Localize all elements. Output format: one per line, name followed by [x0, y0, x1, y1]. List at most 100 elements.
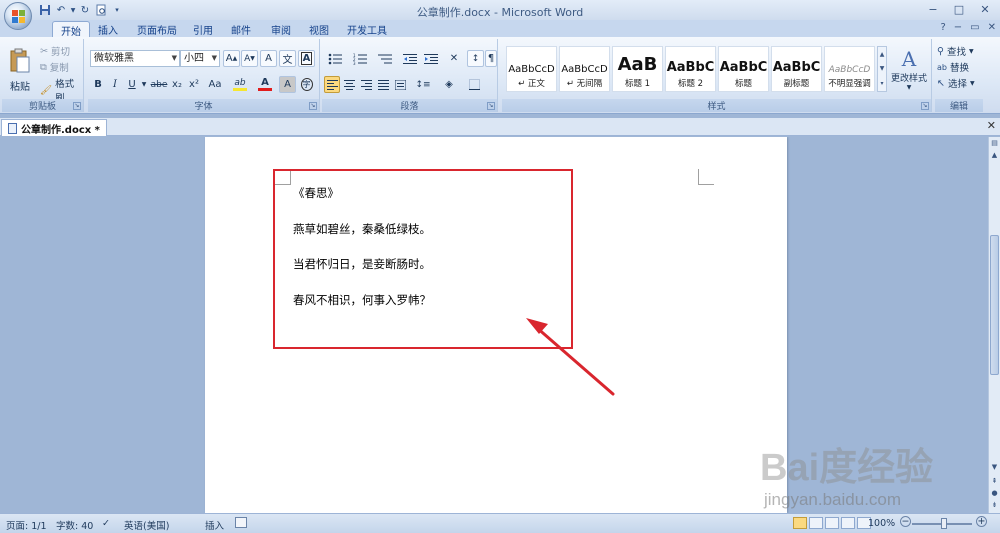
tab-review[interactable]: 审阅 [263, 21, 299, 37]
poem-line[interactable]: 燕草如碧丝，秦桑低绿枝。 [293, 221, 431, 257]
align-center-button[interactable] [341, 76, 357, 93]
asian-layout-button[interactable]: ✕ [443, 50, 465, 67]
bullets-button[interactable] [324, 50, 346, 67]
underline-button[interactable]: U [124, 76, 140, 93]
outline-view-icon[interactable] [841, 517, 855, 529]
phonetic-guide-button[interactable]: 文 [279, 50, 296, 67]
tab-home[interactable]: 开始 [52, 21, 90, 38]
minimize-button[interactable]: − [920, 0, 946, 18]
scrollbar-thumb[interactable] [990, 235, 999, 375]
style-heading-2[interactable]: AaBbC 标题 2 [665, 46, 716, 92]
office-button[interactable] [4, 2, 32, 30]
decrease-indent-button[interactable] [400, 50, 420, 67]
font-name-combo[interactable]: 微软雅黑 ▼ [90, 50, 180, 67]
scroll-down-icon[interactable]: ▼ [989, 461, 1000, 473]
document-text[interactable]: 《春思》 燕草如碧丝，秦桑低绿枝。 当君怀归日，是妾断肠时。 春风不相识，何事入… [293, 185, 431, 327]
distributed-button[interactable] [392, 76, 408, 93]
doc-restore-icon[interactable]: ▭ [970, 22, 979, 33]
paragraph-launcher-icon[interactable]: ↘ [487, 102, 495, 110]
font-launcher-icon[interactable]: ↘ [309, 102, 317, 110]
prev-page-icon[interactable]: ⇞ [989, 475, 1000, 487]
close-document-icon[interactable]: ✕ [987, 119, 996, 132]
gallery-more-icon[interactable]: ▾ [880, 80, 883, 87]
chevron-up-icon[interactable]: ▲ [880, 51, 885, 58]
document-page[interactable]: 《春思》 燕草如碧丝，秦桑低绿枝。 当君怀归日，是妾断肠时。 春风不相识，何事入… [205, 137, 787, 513]
line-spacing-button[interactable]: ↕≡ [411, 76, 435, 93]
align-right-button[interactable] [358, 76, 374, 93]
ruler-toggle-icon[interactable]: ▤ [989, 137, 1000, 149]
zoom-out-icon[interactable]: − [900, 516, 911, 527]
borders-button[interactable] [463, 76, 485, 93]
italic-button[interactable]: I [107, 76, 123, 93]
tab-developer[interactable]: 开发工具 [339, 21, 395, 37]
zoom-level[interactable]: 100% [868, 518, 895, 529]
scroll-up-icon[interactable]: ▲ [989, 149, 1000, 161]
zoom-slider-knob[interactable] [941, 518, 947, 529]
show-marks-button[interactable]: ¶ [485, 50, 497, 67]
full-screen-view-icon[interactable] [809, 517, 823, 529]
web-layout-view-icon[interactable] [825, 517, 839, 529]
numbering-button[interactable]: 123 [349, 50, 371, 67]
proofing-icon[interactable]: ✓ [102, 518, 110, 529]
tab-insert[interactable]: 插入 [90, 21, 126, 37]
style-no-spacing[interactable]: AaBbCcD ↵ 无间隔 [559, 46, 610, 92]
vertical-scrollbar[interactable]: ▤ ▲ ▼ ⇞ ● ⇟ [988, 137, 1000, 513]
style-heading-1[interactable]: AaB 标题 1 [612, 46, 663, 92]
tab-mailings[interactable]: 邮件 [223, 21, 259, 37]
style-subtle-emphasis[interactable]: AaBbCcD 不明显强调 [824, 46, 875, 92]
poem-line[interactable]: 春风不相识，何事入罗帏？ [293, 292, 431, 328]
sort-button[interactable]: ↕ [467, 50, 484, 67]
poem-line[interactable]: 当君怀归日，是妾断肠时。 [293, 256, 431, 292]
shrink-font-button[interactable]: A ▼ [241, 50, 258, 67]
increase-indent-button[interactable] [421, 50, 441, 67]
clipboard-launcher-icon[interactable]: ↘ [73, 102, 81, 110]
language-indicator[interactable]: 英语(美国) [124, 518, 169, 532]
replace-button[interactable]: ab 替换 [937, 60, 969, 75]
subscript-button[interactable]: x₂ [169, 76, 185, 93]
font-color-button[interactable]: A [254, 76, 276, 93]
styles-launcher-icon[interactable]: ↘ [921, 102, 929, 110]
char-shading-button[interactable]: A [279, 76, 296, 93]
help-icon[interactable]: ? [940, 22, 945, 33]
copy-button[interactable]: ⧉ 复制 [40, 60, 69, 75]
tab-references[interactable]: 引用 [185, 21, 221, 37]
change-case-button[interactable]: Aa [204, 76, 226, 93]
next-page-icon[interactable]: ⇟ [989, 499, 1000, 511]
style-title[interactable]: AaBbC 标题 [718, 46, 769, 92]
tab-view[interactable]: 视图 [301, 21, 337, 37]
change-styles-button[interactable]: A 更改样式 ▼ [890, 43, 928, 95]
find-button[interactable]: ⚲ 查找 ▼ [937, 44, 974, 59]
multilevel-list-button[interactable] [374, 50, 396, 67]
document-tab[interactable]: 公章制作.docx * [1, 119, 107, 136]
justify-button[interactable] [375, 76, 391, 93]
enclose-char-button[interactable]: 字 [298, 76, 315, 93]
grow-font-button[interactable]: A ▲ [223, 50, 240, 67]
close-button[interactable]: ✕ [972, 0, 998, 18]
print-layout-view-icon[interactable] [793, 517, 807, 529]
browse-object-icon[interactable]: ● [989, 487, 1000, 499]
zoom-in-icon[interactable]: + [976, 516, 987, 527]
bold-button[interactable]: B [90, 76, 106, 93]
clear-format-button[interactable]: A [260, 50, 277, 67]
doc-close-icon[interactable]: ✕ [988, 22, 996, 33]
strikethrough-button[interactable]: abe [150, 76, 168, 93]
select-button[interactable]: ↖ 选择 ▼ [937, 76, 975, 91]
word-count[interactable]: 字数: 40 [56, 518, 93, 532]
page-count[interactable]: 页面: 1/1 [6, 518, 47, 532]
poem-title[interactable]: 《春思》 [293, 185, 431, 221]
tab-page-layout[interactable]: 页面布局 [129, 21, 185, 37]
superscript-button[interactable]: x² [186, 76, 202, 93]
insert-mode[interactable]: 插入 [205, 518, 224, 532]
cut-button[interactable]: ✂ 剪切 [40, 44, 70, 59]
char-border-button[interactable]: A [298, 50, 315, 67]
chevron-down-icon[interactable]: ▼ [880, 65, 885, 72]
align-left-button[interactable] [324, 76, 340, 93]
highlight-button[interactable]: ab [229, 76, 251, 93]
style-subtitle[interactable]: AaBbC 副标题 [771, 46, 822, 92]
doc-minimize-icon[interactable]: − [954, 22, 962, 33]
underline-dropdown-icon[interactable]: ▼ [140, 76, 148, 93]
maximize-button[interactable]: □ [946, 0, 972, 18]
style-normal[interactable]: AaBbCcD ↵ 正文 [506, 46, 557, 92]
font-size-combo[interactable]: 小四 ▼ [180, 50, 220, 67]
paste-button[interactable]: 粘贴 [4, 42, 36, 98]
